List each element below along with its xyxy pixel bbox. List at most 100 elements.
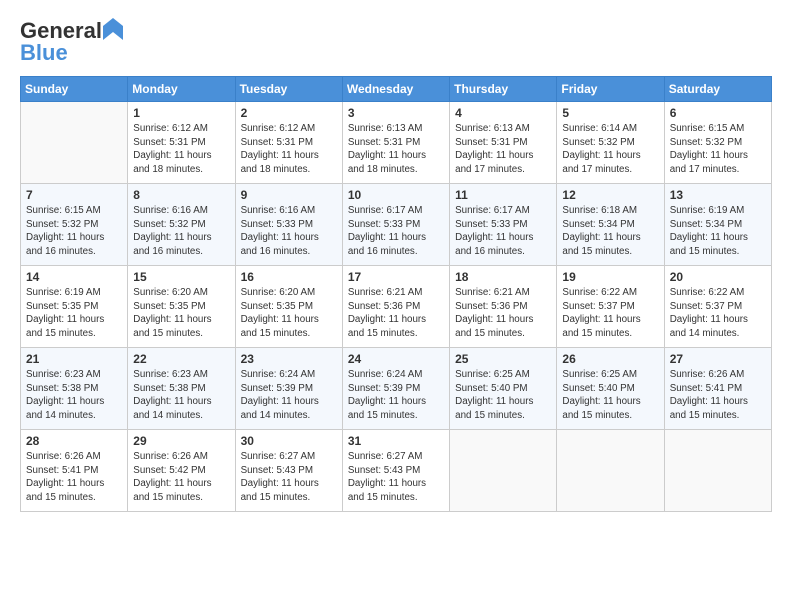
day-info: Sunrise: 6:12 AM Sunset: 5:31 PM Dayligh…: [133, 122, 229, 177]
day-info: Sunrise: 6:26 AM Sunset: 5:42 PM Dayligh…: [133, 450, 229, 505]
day-info: Sunrise: 6:17 AM Sunset: 5:33 PM Dayligh…: [348, 204, 444, 259]
day-info: Sunrise: 6:25 AM Sunset: 5:40 PM Dayligh…: [562, 368, 658, 423]
day-info: Sunrise: 6:16 AM Sunset: 5:32 PM Dayligh…: [133, 204, 229, 259]
calendar-table: SundayMondayTuesdayWednesdayThursdayFrid…: [20, 76, 772, 512]
calendar-cell: 9 Sunrise: 6:16 AM Sunset: 5:33 PM Daylig…: [235, 184, 342, 266]
calendar-cell: 20 Sunrise: 6:22 AM Sunset: 5:37 PM Dayli…: [664, 266, 771, 348]
day-number: 19: [562, 270, 658, 284]
day-number: 4: [455, 106, 551, 120]
day-info: Sunrise: 6:23 AM Sunset: 5:38 PM Dayligh…: [26, 368, 122, 423]
day-number: 18: [455, 270, 551, 284]
day-info: Sunrise: 6:21 AM Sunset: 5:36 PM Dayligh…: [455, 286, 551, 341]
calendar-header-wednesday: Wednesday: [342, 77, 449, 102]
calendar-cell: 26 Sunrise: 6:25 AM Sunset: 5:40 PM Dayli…: [557, 348, 664, 430]
day-number: 25: [455, 352, 551, 366]
calendar-cell: 30 Sunrise: 6:27 AM Sunset: 5:43 PM Dayli…: [235, 430, 342, 512]
calendar-cell: 6 Sunrise: 6:15 AM Sunset: 5:32 PM Daylig…: [664, 102, 771, 184]
day-info: Sunrise: 6:13 AM Sunset: 5:31 PM Dayligh…: [348, 122, 444, 177]
day-info: Sunrise: 6:15 AM Sunset: 5:32 PM Dayligh…: [670, 122, 766, 177]
day-info: Sunrise: 6:23 AM Sunset: 5:38 PM Dayligh…: [133, 368, 229, 423]
day-number: 14: [26, 270, 122, 284]
day-number: 10: [348, 188, 444, 202]
day-info: Sunrise: 6:22 AM Sunset: 5:37 PM Dayligh…: [670, 286, 766, 341]
day-info: Sunrise: 6:21 AM Sunset: 5:36 PM Dayligh…: [348, 286, 444, 341]
calendar-cell: 24 Sunrise: 6:24 AM Sunset: 5:39 PM Dayli…: [342, 348, 449, 430]
day-number: 8: [133, 188, 229, 202]
calendar-cell: 22 Sunrise: 6:23 AM Sunset: 5:38 PM Dayli…: [128, 348, 235, 430]
day-info: Sunrise: 6:20 AM Sunset: 5:35 PM Dayligh…: [133, 286, 229, 341]
calendar-cell: 7 Sunrise: 6:15 AM Sunset: 5:32 PM Daylig…: [21, 184, 128, 266]
day-number: 1: [133, 106, 229, 120]
day-info: Sunrise: 6:13 AM Sunset: 5:31 PM Dayligh…: [455, 122, 551, 177]
day-info: Sunrise: 6:12 AM Sunset: 5:31 PM Dayligh…: [241, 122, 337, 177]
calendar-cell: 19 Sunrise: 6:22 AM Sunset: 5:37 PM Dayli…: [557, 266, 664, 348]
day-number: 7: [26, 188, 122, 202]
calendar-cell: 25 Sunrise: 6:25 AM Sunset: 5:40 PM Dayli…: [450, 348, 557, 430]
day-info: Sunrise: 6:22 AM Sunset: 5:37 PM Dayligh…: [562, 286, 658, 341]
day-info: Sunrise: 6:19 AM Sunset: 5:35 PM Dayligh…: [26, 286, 122, 341]
day-info: Sunrise: 6:18 AM Sunset: 5:34 PM Dayligh…: [562, 204, 658, 259]
logo: General Blue: [20, 18, 123, 66]
logo-icon: [103, 18, 123, 40]
day-number: 12: [562, 188, 658, 202]
calendar-week-row: 7 Sunrise: 6:15 AM Sunset: 5:32 PM Daylig…: [21, 184, 772, 266]
calendar-cell: 13Sunrise: 6:19 AM Sunset: 5:34 PM Dayli…: [664, 184, 771, 266]
day-number: 17: [348, 270, 444, 284]
calendar-header-monday: Monday: [128, 77, 235, 102]
day-number: 20: [670, 270, 766, 284]
day-number: 26: [562, 352, 658, 366]
day-info: Sunrise: 6:16 AM Sunset: 5:33 PM Dayligh…: [241, 204, 337, 259]
calendar-cell: [664, 430, 771, 512]
day-number: 2: [241, 106, 337, 120]
day-info: Sunrise: 6:25 AM Sunset: 5:40 PM Dayligh…: [455, 368, 551, 423]
calendar-cell: 2 Sunrise: 6:12 AM Sunset: 5:31 PM Daylig…: [235, 102, 342, 184]
calendar-cell: 11Sunrise: 6:17 AM Sunset: 5:33 PM Dayli…: [450, 184, 557, 266]
day-number: 29: [133, 434, 229, 448]
day-number: 6: [670, 106, 766, 120]
calendar-cell: 31Sunrise: 6:27 AM Sunset: 5:43 PM Dayli…: [342, 430, 449, 512]
calendar-cell: 18 Sunrise: 6:21 AM Sunset: 5:36 PM Dayli…: [450, 266, 557, 348]
calendar-cell: 15 Sunrise: 6:20 AM Sunset: 5:35 PM Dayli…: [128, 266, 235, 348]
calendar-cell: [450, 430, 557, 512]
day-number: 22: [133, 352, 229, 366]
day-info: Sunrise: 6:24 AM Sunset: 5:39 PM Dayligh…: [241, 368, 337, 423]
calendar-header-sunday: Sunday: [21, 77, 128, 102]
day-info: Sunrise: 6:27 AM Sunset: 5:43 PM Dayligh…: [241, 450, 337, 505]
day-number: 24: [348, 352, 444, 366]
calendar-week-row: 1 Sunrise: 6:12 AM Sunset: 5:31 PM Daylig…: [21, 102, 772, 184]
calendar-cell: 27Sunrise: 6:26 AM Sunset: 5:41 PM Dayli…: [664, 348, 771, 430]
day-number: 30: [241, 434, 337, 448]
calendar-cell: 16 Sunrise: 6:20 AM Sunset: 5:35 PM Dayli…: [235, 266, 342, 348]
day-info: Sunrise: 6:24 AM Sunset: 5:39 PM Dayligh…: [348, 368, 444, 423]
calendar-header-saturday: Saturday: [664, 77, 771, 102]
day-info: Sunrise: 6:14 AM Sunset: 5:32 PM Dayligh…: [562, 122, 658, 177]
calendar-cell: 21 Sunrise: 6:23 AM Sunset: 5:38 PM Dayli…: [21, 348, 128, 430]
calendar-cell: 5 Sunrise: 6:14 AM Sunset: 5:32 PM Daylig…: [557, 102, 664, 184]
day-number: 27: [670, 352, 766, 366]
calendar-cell: 29 Sunrise: 6:26 AM Sunset: 5:42 PM Dayli…: [128, 430, 235, 512]
calendar-week-row: 14 Sunrise: 6:19 AM Sunset: 5:35 PM Dayli…: [21, 266, 772, 348]
calendar-cell: [21, 102, 128, 184]
calendar-week-row: 28 Sunrise: 6:26 AM Sunset: 5:41 PM Dayli…: [21, 430, 772, 512]
day-number: 23: [241, 352, 337, 366]
day-info: Sunrise: 6:15 AM Sunset: 5:32 PM Dayligh…: [26, 204, 122, 259]
calendar-cell: 8 Sunrise: 6:16 AM Sunset: 5:32 PM Daylig…: [128, 184, 235, 266]
calendar-cell: 28 Sunrise: 6:26 AM Sunset: 5:41 PM Dayli…: [21, 430, 128, 512]
calendar-week-row: 21 Sunrise: 6:23 AM Sunset: 5:38 PM Dayli…: [21, 348, 772, 430]
day-number: 15: [133, 270, 229, 284]
day-number: 3: [348, 106, 444, 120]
day-number: 21: [26, 352, 122, 366]
day-number: 16: [241, 270, 337, 284]
calendar-cell: 3 Sunrise: 6:13 AM Sunset: 5:31 PM Daylig…: [342, 102, 449, 184]
page-header: General Blue: [20, 18, 772, 66]
calendar-cell: 14 Sunrise: 6:19 AM Sunset: 5:35 PM Dayli…: [21, 266, 128, 348]
calendar-cell: 10 Sunrise: 6:17 AM Sunset: 5:33 PM Dayli…: [342, 184, 449, 266]
day-info: Sunrise: 6:26 AM Sunset: 5:41 PM Dayligh…: [26, 450, 122, 505]
day-number: 5: [562, 106, 658, 120]
day-info: Sunrise: 6:20 AM Sunset: 5:35 PM Dayligh…: [241, 286, 337, 341]
calendar-header-tuesday: Tuesday: [235, 77, 342, 102]
day-number: 9: [241, 188, 337, 202]
day-number: 28: [26, 434, 122, 448]
calendar-header-row: SundayMondayTuesdayWednesdayThursdayFrid…: [21, 77, 772, 102]
day-number: 11: [455, 188, 551, 202]
